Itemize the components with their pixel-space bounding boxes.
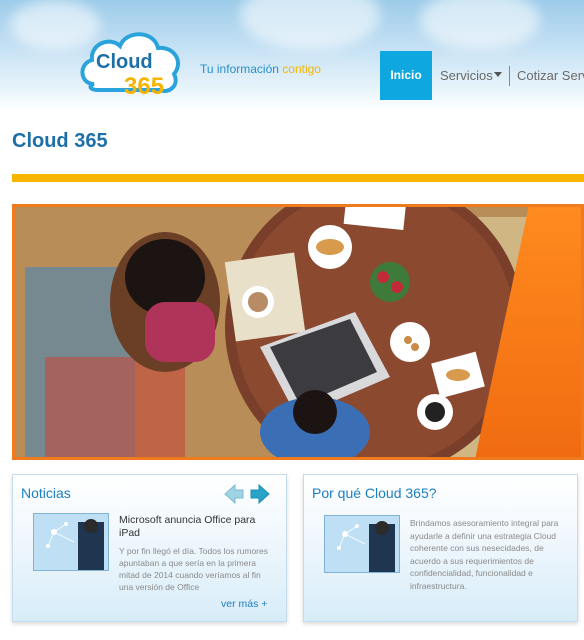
why-title: Por qué Cloud 365? bbox=[312, 485, 437, 501]
why-description: Brindamos asesoramiento integral para ay… bbox=[410, 518, 559, 591]
logo-word: Cloud bbox=[96, 51, 153, 73]
cloud365-logo[interactable]: Cloud 365 bbox=[76, 24, 186, 102]
title-divider bbox=[12, 174, 584, 182]
logo-number: 365 bbox=[124, 73, 164, 100]
tagline-accent: contigo bbox=[282, 62, 321, 76]
why-thumbnail bbox=[324, 515, 400, 573]
nav-home-tab[interactable]: Inicio bbox=[380, 51, 432, 100]
arrow-right-icon[interactable] bbox=[249, 483, 271, 505]
sky-cloud bbox=[420, 0, 540, 50]
nav-quote-link[interactable]: Cotizar Servicios bbox=[517, 52, 584, 100]
read-more-link[interactable]: ver más + bbox=[221, 598, 267, 610]
nav-divider bbox=[509, 66, 510, 86]
network-person-image bbox=[325, 516, 399, 572]
arrow-left-icon[interactable] bbox=[223, 483, 245, 505]
hero-banner bbox=[12, 204, 584, 460]
page-title: Cloud 365 bbox=[12, 130, 108, 152]
why-panel: Por qué Cloud 365? Brindamos asesoramien… bbox=[303, 474, 578, 622]
sky-cloud bbox=[240, 0, 380, 50]
nav-services-menu[interactable]: Servicios bbox=[440, 52, 493, 100]
network-person-image bbox=[34, 514, 108, 570]
news-thumbnail[interactable] bbox=[33, 513, 109, 571]
chevron-down-icon[interactable] bbox=[494, 72, 502, 77]
news-title: Noticias bbox=[21, 485, 71, 501]
tagline-main: Tu información bbox=[200, 62, 279, 76]
tagline: Tu información contigo bbox=[200, 62, 321, 76]
site-header: Cloud 365 Tu información contigo Inicio … bbox=[0, 0, 584, 112]
news-headline[interactable]: Microsoft anuncia Office para iPad bbox=[119, 514, 269, 540]
hero-photo-cafe-table bbox=[15, 207, 581, 457]
news-excerpt: Y por fin llegó el día. Todos los rumore… bbox=[119, 546, 268, 592]
news-panel: Noticias Microsoft anuncia Office para i… bbox=[12, 474, 287, 622]
